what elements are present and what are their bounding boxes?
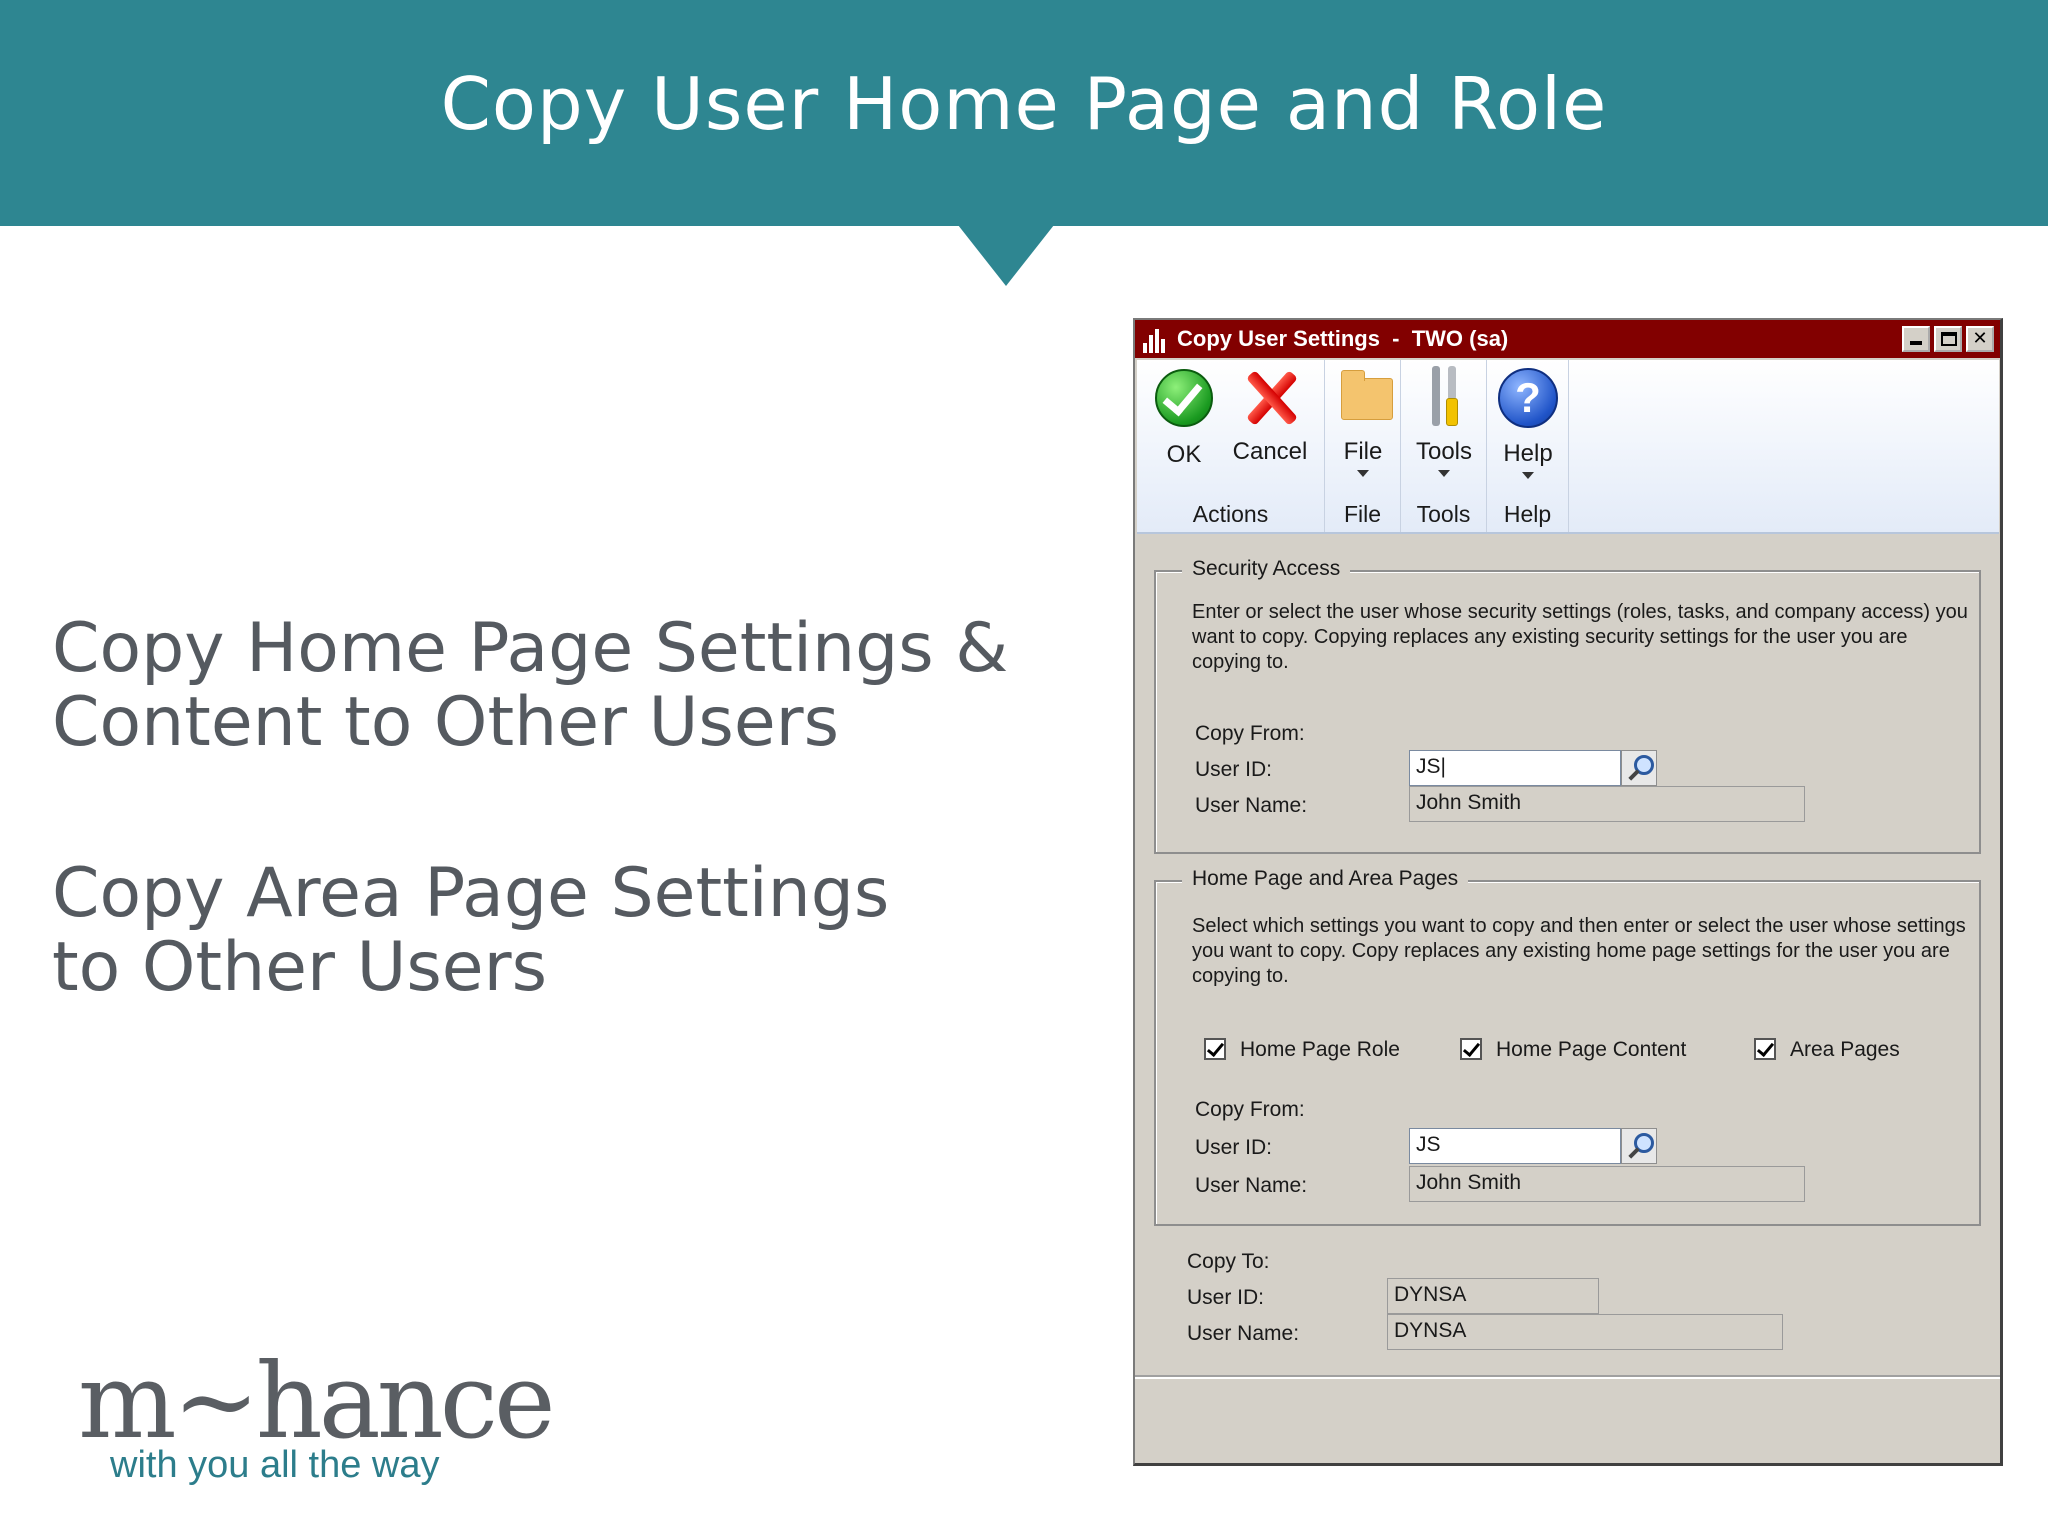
home-page-content-label: Home Page Content — [1496, 1038, 1687, 1061]
security-user-name-field: John Smith — [1409, 786, 1805, 822]
copy-user-settings-window: Copy User Settings - TWO (sa) ✕ OK Cance… — [1133, 318, 2003, 1466]
copy-to-label: Copy To: — [1187, 1250, 1270, 1273]
help-icon: ? — [1496, 368, 1560, 432]
area-pages-checkbox[interactable] — [1754, 1038, 1776, 1060]
cancel-button[interactable]: Cancel — [1225, 366, 1315, 466]
logo-tagline: with you all the way — [110, 1444, 440, 1486]
cancel-label: Cancel — [1232, 438, 1308, 465]
lookup-icon[interactable] — [1621, 750, 1657, 786]
user-id-label: User ID: — [1195, 758, 1273, 781]
window-title: Copy User Settings - TWO (sa) — [1177, 326, 1509, 351]
ok-check-icon — [1152, 369, 1216, 433]
bullet-copy-area-page: Copy Area Page Settings to Other Users — [52, 857, 1092, 1005]
bullet-line: Copy Home Page Settings & — [52, 609, 1009, 688]
tools-label: Tools — [1415, 438, 1473, 465]
ribbon-group-help: ? Help Help — [1487, 360, 1569, 532]
home-page-role-label: Home Page Role — [1240, 1038, 1400, 1061]
file-button[interactable]: File — [1329, 366, 1397, 477]
ribbon-group-actions: OK Cancel Actions — [1137, 360, 1325, 532]
ribbon-group-label: Help — [1503, 501, 1552, 527]
minimize-icon[interactable] — [1902, 326, 1930, 352]
tools-button[interactable]: Tools — [1409, 366, 1479, 477]
ribbon-toolbar: OK Cancel Actions File File Tools Tools — [1137, 360, 1999, 534]
home-page-user-name-field: John Smith — [1409, 1166, 1805, 1202]
bullet-line: Copy Area Page Settings — [52, 854, 890, 933]
help-button[interactable]: ? Help — [1493, 366, 1563, 479]
security-access-heading: Security Access — [1182, 557, 1351, 581]
file-label: File — [1343, 438, 1383, 465]
copy-from-label: Copy From: — [1195, 722, 1305, 745]
lookup-icon[interactable] — [1621, 1128, 1657, 1164]
help-label: Help — [1503, 440, 1553, 467]
ribbon-group-label: Actions — [1192, 501, 1269, 527]
home-page-content-checkbox[interactable] — [1460, 1038, 1482, 1060]
ribbon-group-file: File File — [1325, 360, 1401, 532]
ribbon-group-label: File — [1343, 501, 1382, 527]
user-name-label: User Name: — [1195, 1174, 1308, 1197]
ok-label: OK — [1166, 441, 1202, 468]
app-icon — [1143, 325, 1171, 353]
copy-to-user-id-label: User ID: — [1187, 1286, 1265, 1309]
user-id-label: User ID: — [1195, 1136, 1273, 1159]
security-access-description: Enter or select the user whose security … — [1192, 601, 1968, 673]
folder-icon — [1331, 366, 1395, 430]
security-access-group: Security Access Enter or select the user… — [1154, 557, 1981, 854]
ribbon-group-tools: Tools Tools — [1401, 360, 1487, 532]
tools-icon — [1412, 366, 1476, 430]
window-titlebar[interactable]: Copy User Settings - TWO (sa) ✕ — [1135, 320, 2000, 358]
home-page-role-checkbox[interactable] — [1204, 1038, 1226, 1060]
ok-button[interactable]: OK — [1149, 366, 1219, 469]
security-user-id-input[interactable]: JS| — [1409, 750, 1621, 786]
copy-to-user-name-label: User Name: — [1187, 1322, 1300, 1345]
area-pages-label: Area Pages — [1790, 1038, 1900, 1061]
home-page-description: Select which settings you want to copy a… — [1192, 915, 1966, 987]
home-page-user-id-input[interactable]: JS — [1409, 1128, 1621, 1164]
home-page-heading: Home Page and Area Pages — [1182, 867, 1469, 891]
bullet-line: Content to Other Users — [52, 683, 840, 762]
bullet-line: to Other Users — [52, 928, 547, 1007]
mhance-logo: m~hance with you all the way — [78, 1340, 556, 1500]
home-page-area-pages-group: Home Page and Area Pages Select which se… — [1154, 867, 1981, 1226]
chevron-down-icon — [1522, 472, 1534, 479]
cancel-x-icon — [1238, 366, 1302, 430]
window-status-bar — [1135, 1377, 2000, 1463]
slide-title: Copy User Home Page and Role — [440, 62, 1608, 146]
user-name-label: User Name: — [1195, 794, 1308, 817]
copy-to-user-id-field: DYNSA — [1387, 1278, 1599, 1314]
ribbon-group-label: Tools — [1416, 501, 1471, 527]
copy-from-label: Copy From: — [1195, 1098, 1305, 1121]
chevron-down-icon — [1357, 470, 1369, 477]
maximize-icon[interactable] — [1934, 326, 1962, 352]
header-pointer — [958, 225, 1054, 286]
chevron-down-icon — [1438, 470, 1450, 477]
copy-to-user-name-field: DYNSA — [1387, 1314, 1783, 1350]
bullet-copy-home-page: Copy Home Page Settings & Content to Oth… — [52, 612, 1092, 760]
close-icon[interactable]: ✕ — [1966, 326, 1994, 352]
window-controls: ✕ — [1902, 326, 1994, 352]
